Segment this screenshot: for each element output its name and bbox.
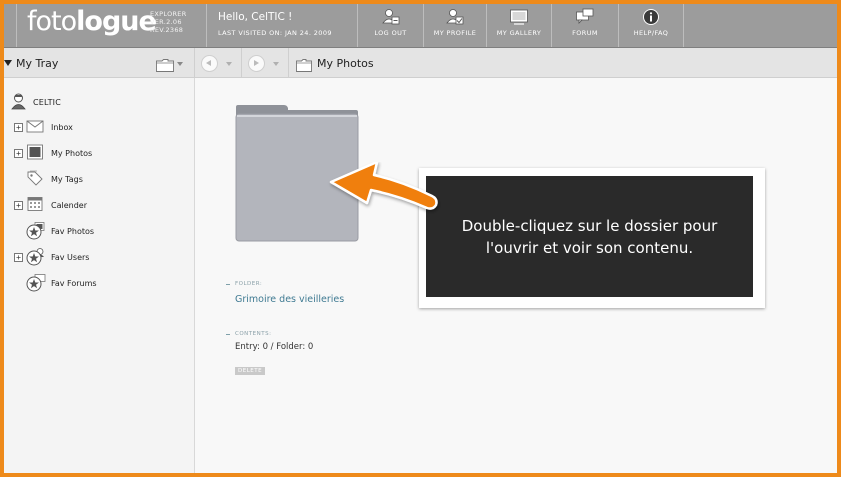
fav-users-icon: [26, 248, 46, 270]
gallery-icon: [509, 8, 529, 30]
sidebar-item-fav-forums[interactable]: Fav Forums: [4, 274, 194, 294]
expand-icon[interactable]: +: [14, 253, 23, 262]
folder-section-label: FOLDER:: [235, 281, 263, 287]
sidebar-item-inbox[interactable]: + Inbox: [4, 118, 194, 138]
logo-edition: EXPLORER: [150, 10, 187, 18]
logout-button[interactable]: LOG OUT: [358, 4, 424, 47]
last-visited-text: LAST VISITED ON: JAN 24. 2009: [218, 29, 332, 37]
callout-text: Double-cliquez sur le dossier pour l'ouv…: [461, 216, 718, 257]
user-avatar-icon: [10, 92, 27, 114]
sidebar-item-label: My Tags: [51, 175, 83, 184]
logout-icon: [381, 8, 400, 30]
delete-button[interactable]: DELETE: [235, 367, 266, 375]
folder-menu-chevron-down-icon[interactable]: [177, 62, 183, 66]
contents-value: Entry: 0 / Folder: 0: [235, 342, 314, 352]
help-faq-label: HELP/FAQ: [633, 29, 669, 37]
logo-text-light: foto: [27, 6, 77, 37]
sidebar-item-calender[interactable]: + Calender: [4, 196, 194, 216]
expand-icon[interactable]: +: [14, 201, 23, 210]
pointer-arrow-icon: [324, 160, 444, 226]
expand-icon[interactable]: +: [14, 149, 23, 158]
mail-icon: [26, 118, 44, 138]
path-folder-icon: [296, 57, 312, 76]
section-bullet: [226, 284, 230, 285]
toolbar-divider: [194, 48, 195, 77]
photo-icon: [26, 144, 44, 164]
sidebar-item-label: Fav Photos: [51, 227, 95, 236]
my-gallery-button[interactable]: MY GALLERY: [487, 4, 552, 47]
tray-label: My Tray: [16, 57, 59, 70]
forum-label: FORUM: [572, 29, 598, 37]
forward-arrow-icon: [254, 60, 259, 66]
greeting-text: Hello, CelTIC !: [218, 11, 293, 23]
fav-photos-icon: [26, 222, 46, 244]
sidebar-user-name[interactable]: CELTIC: [33, 98, 61, 107]
current-path-label: My Photos: [317, 57, 374, 70]
back-button[interactable]: [201, 55, 218, 72]
calendar-icon: [26, 196, 44, 216]
forward-history-chevron-icon[interactable]: [273, 62, 279, 66]
sidebar-item-label: Calender: [51, 201, 87, 210]
my-profile-label: MY PROFILE: [433, 29, 477, 37]
back-arrow-icon: [206, 60, 211, 66]
forum-button[interactable]: FORUM: [552, 4, 619, 47]
sidebar-item-fav-photos[interactable]: Fav Photos: [4, 222, 194, 242]
logo-rev: REV.2368: [150, 26, 184, 34]
expand-icon[interactable]: +: [14, 123, 23, 132]
sidebar-item-label: Inbox: [51, 123, 73, 132]
toolbar: My Tray My Photos: [4, 48, 837, 78]
new-folder-icon[interactable]: [156, 57, 174, 76]
sidebar-item-label: Fav Users: [51, 253, 90, 262]
logo-version: EXPLORER VER.2.06 REV.2368: [150, 10, 187, 34]
toolbar-divider: [288, 48, 289, 77]
logo-ver: VER.2.06: [150, 18, 182, 26]
sidebar-tree: CELTIC + Inbox + My Photos My Tags + Cal…: [4, 78, 195, 473]
sidebar-item-my-photos[interactable]: + My Photos: [4, 144, 194, 164]
fav-forums-icon: [26, 274, 46, 296]
toolbar-divider: [241, 48, 242, 77]
profile-icon: [446, 8, 464, 30]
tag-icon: [26, 170, 44, 190]
forward-button[interactable]: [248, 55, 265, 72]
sidebar-item-fav-users[interactable]: + Fav Users: [4, 248, 194, 268]
my-profile-button[interactable]: MY PROFILE: [424, 4, 487, 47]
section-bullet: [226, 334, 230, 335]
logo-text-bold: logue: [76, 6, 157, 37]
tray-collapse-icon[interactable]: [4, 60, 12, 66]
logo[interactable]: fotologue EXPLORER VER.2.06 REV.2368: [16, 4, 207, 47]
sidebar-item-my-tags[interactable]: My Tags: [4, 170, 194, 190]
logout-label: LOG OUT: [374, 29, 407, 37]
tooltip-callout: Double-cliquez sur le dossier pour l'ouv…: [426, 176, 753, 297]
user-greeting: Hello, CelTIC ! LAST VISITED ON: JAN 24.…: [206, 4, 358, 47]
top-bar: fotologue EXPLORER VER.2.06 REV.2368 Hel…: [4, 4, 837, 48]
sidebar-item-label: Fav Forums: [51, 279, 97, 288]
sidebar-item-label: My Photos: [51, 149, 93, 158]
folder-name-link[interactable]: Grimoire des vieilleries: [235, 294, 344, 305]
contents-section-label: CONTENTS:: [235, 331, 272, 337]
back-history-chevron-icon[interactable]: [226, 62, 232, 66]
logo-wordmark: fotologue: [27, 6, 157, 37]
app-window: fotologue EXPLORER VER.2.06 REV.2368 Hel…: [4, 4, 837, 473]
info-icon: [642, 8, 660, 30]
help-faq-button[interactable]: HELP/FAQ: [619, 4, 684, 47]
my-gallery-label: MY GALLERY: [496, 29, 542, 37]
forum-icon: [575, 8, 595, 30]
